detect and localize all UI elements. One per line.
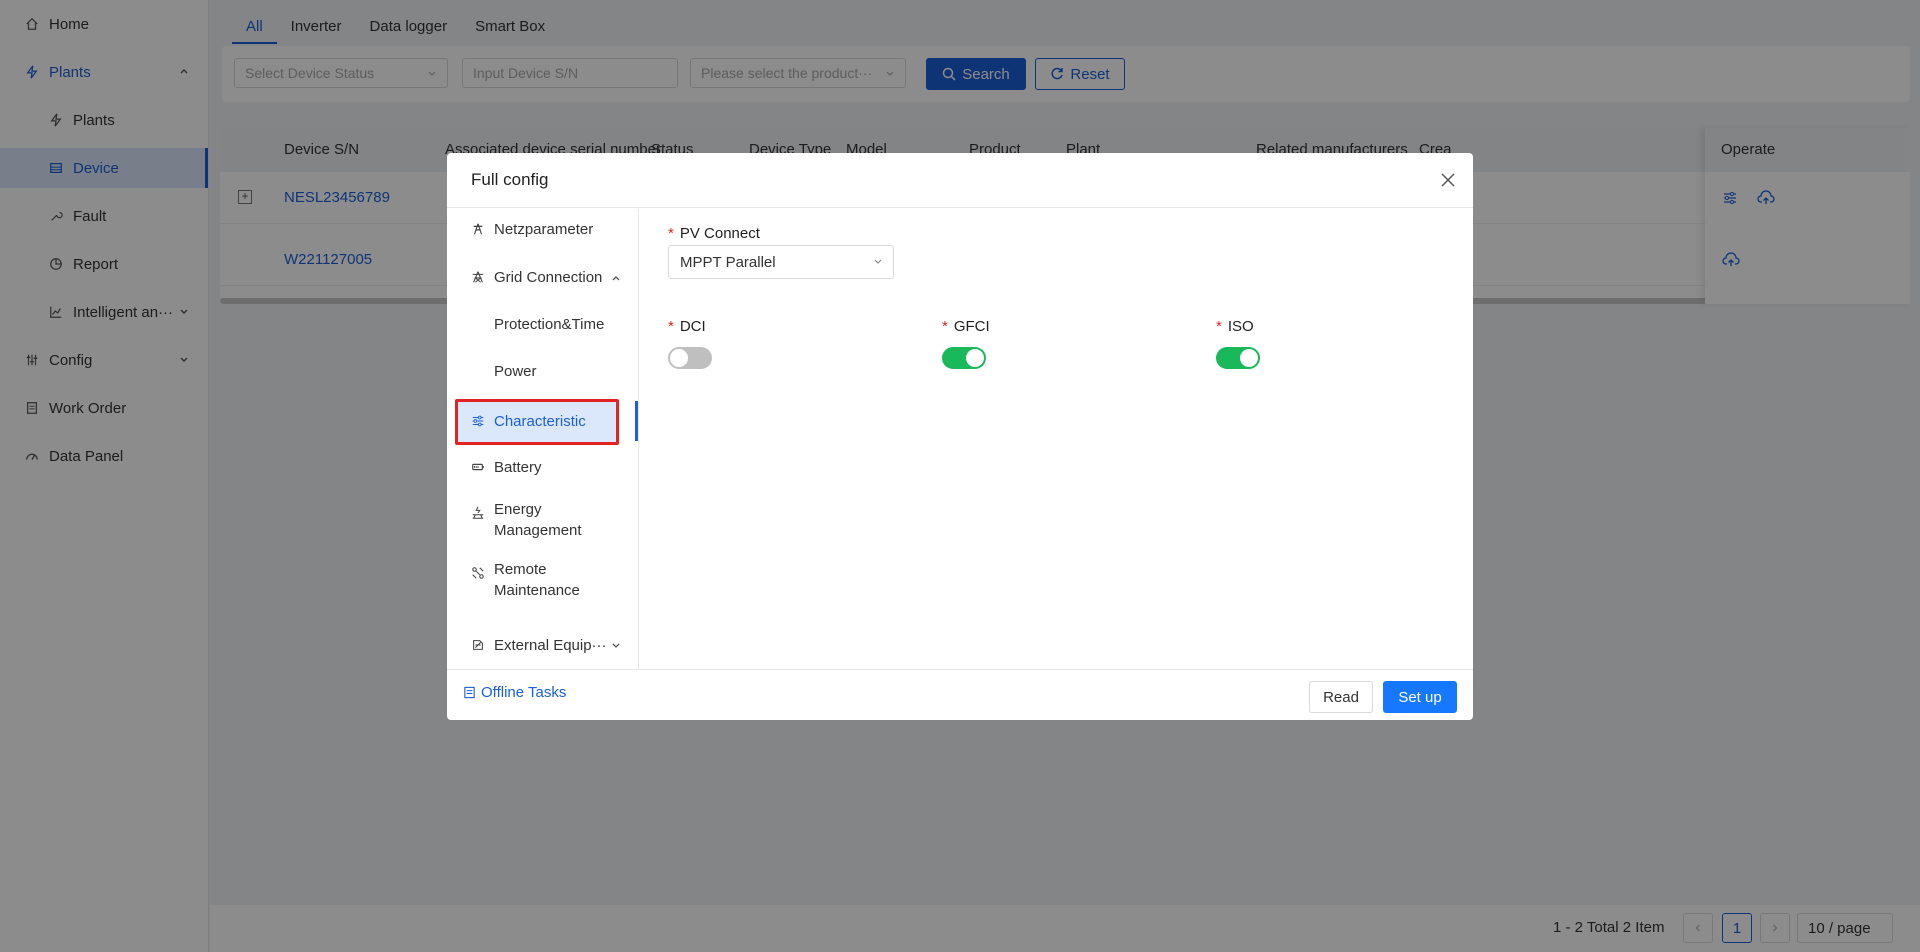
offline-tasks-link[interactable]: Offline Tasks [463,684,566,701]
menu-group-external-equipment[interactable]: External Equip··· [455,637,635,654]
chevron-up-icon [612,276,620,281]
menu-item-characteristic[interactable]: Characteristic [455,399,619,445]
chevron-down-icon [612,643,620,648]
config-menu: Netzparameter Grid Connection Protection… [447,209,639,669]
menu-item-power[interactable]: Power [455,363,635,380]
menu-item-netzparameter[interactable]: Netzparameter [455,221,635,238]
dci-toggle[interactable] [668,347,712,369]
battery-icon [470,459,486,475]
iso-toggle[interactable] [1216,347,1260,369]
menu-item-energy-management[interactable]: Energy Management [455,499,635,541]
chevron-down-icon [874,259,882,264]
task-list-icon [464,686,475,699]
tower-icon [470,221,486,237]
menu-item-protection-time[interactable]: Protection&Time [455,316,635,333]
dci-label: * DCI [668,318,706,335]
pv-connect-select[interactable]: MPPT Parallel [668,245,894,279]
iso-label: * ISO [1216,318,1254,335]
modal-header: Full config [447,153,1473,208]
menu-item-remote-maintenance[interactable]: Remote Maintenance [455,559,635,601]
gfci-label: * GFCI [942,318,990,335]
grid-tower-icon [470,269,486,285]
external-icon [470,637,486,653]
sliders-icon [470,413,486,429]
menu-group-grid-connection[interactable]: Grid Connection [455,269,635,286]
modal-footer: Offline Tasks Read Set up [447,669,1473,720]
set-up-button[interactable]: Set up [1383,681,1457,713]
config-form: * PV Connect MPPT Parallel * DCI * GFCI * IS… [640,209,1473,669]
active-menu-indicator [635,401,638,441]
menu-item-battery[interactable]: Battery [455,459,635,476]
energy-icon [470,505,486,521]
pv-connect-label: * PV Connect [668,225,760,242]
close-icon[interactable] [1439,171,1457,189]
full-config-modal: Full config Netzparameter Grid Connectio… [447,153,1473,720]
remote-icon [470,565,486,581]
modal-title: Full config [471,170,549,189]
gfci-toggle[interactable] [942,347,986,369]
read-button[interactable]: Read [1309,681,1373,713]
